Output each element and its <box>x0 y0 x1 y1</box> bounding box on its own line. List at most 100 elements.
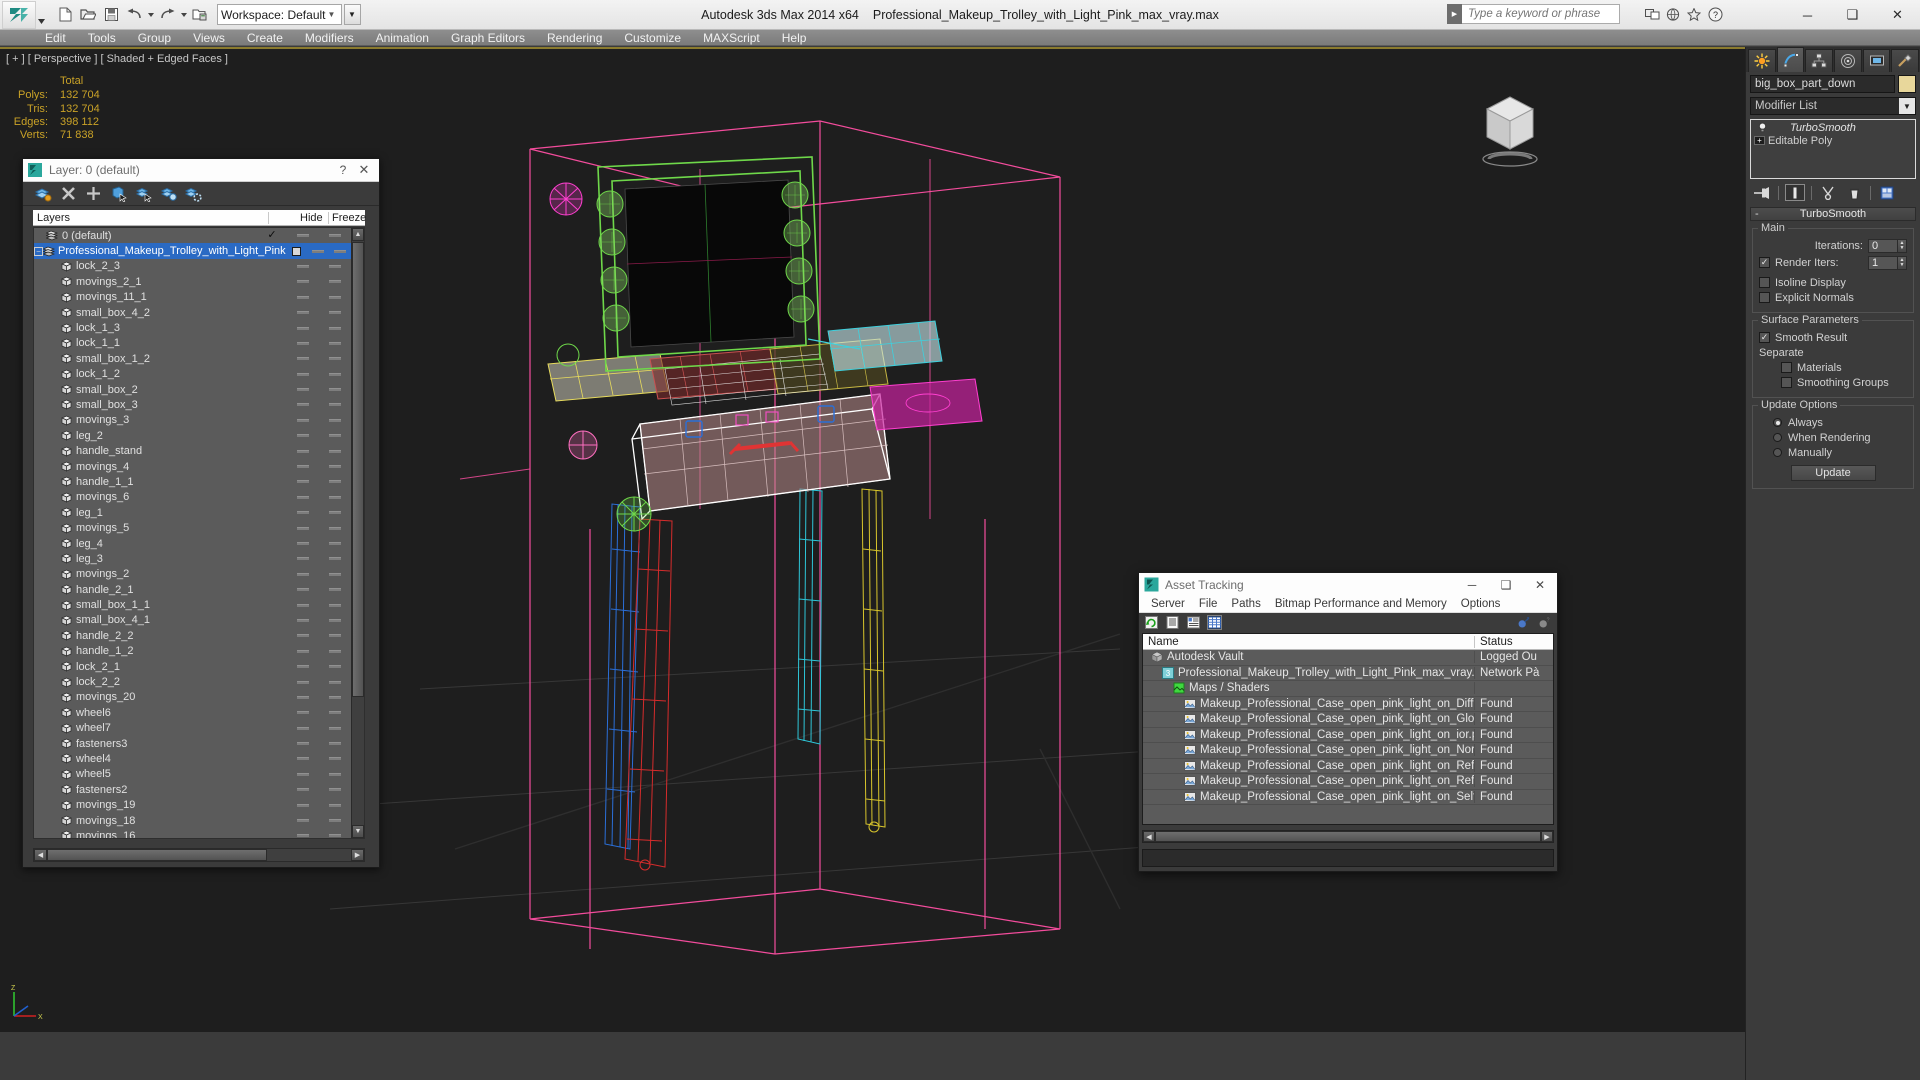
manually-radio[interactable] <box>1773 448 1782 457</box>
create-tab[interactable] <box>1748 49 1776 72</box>
refresh-icon[interactable] <box>1144 615 1159 630</box>
object-row[interactable]: movings_5 <box>34 520 351 535</box>
column-status[interactable]: Status <box>1475 636 1553 648</box>
remove-modifier-icon[interactable] <box>1844 184 1864 201</box>
asset-horizontal-scrollbar[interactable]: ◀ ▶ <box>1142 830 1554 843</box>
layer-list-horizontal-scrollbar[interactable]: ◀ ▶ <box>33 848 365 862</box>
freeze-cell[interactable] <box>319 634 351 638</box>
redo-icon[interactable] <box>156 4 178 26</box>
layer-explorer-dialog[interactable]: Layer: 0 (default) ? ✕ Layers Hide Freez… <box>22 158 380 868</box>
show-end-result-icon[interactable] <box>1785 184 1805 201</box>
add-selection-to-layer-icon[interactable] <box>85 185 102 202</box>
asset-close-button[interactable]: ✕ <box>1523 573 1557 596</box>
layer-list[interactable]: 0 (default) ✓ − Professional_Makeup_Trolley… <box>33 227 365 839</box>
freeze-cell[interactable] <box>319 341 351 345</box>
hide-cell[interactable] <box>287 680 319 684</box>
freeze-cell[interactable] <box>319 772 351 776</box>
hide-cell[interactable] <box>287 557 319 561</box>
maximize-button[interactable]: ❑ <box>1830 0 1875 30</box>
open-file-icon[interactable] <box>77 4 99 26</box>
layer-check-cell[interactable] <box>286 246 307 256</box>
menu-item-group[interactable]: Group <box>127 30 182 46</box>
object-row[interactable]: small_box_3 <box>34 397 351 412</box>
workspace-dropdown-button[interactable]: ▼ <box>343 4 361 25</box>
scroll-left-icon[interactable]: ◀ <box>34 849 47 861</box>
menu-item-rendering[interactable]: Rendering <box>536 30 613 46</box>
details-view-icon[interactable] <box>1186 615 1201 630</box>
menu-item-help[interactable]: Help <box>771 30 818 46</box>
delete-layer-icon[interactable] <box>60 185 77 202</box>
rollout-header-turbosmooth[interactable]: - TurboSmooth <box>1750 207 1916 221</box>
asset-row[interactable]: Makeup_Professional_Case_open_pink_light… <box>1143 759 1553 774</box>
freeze-cell[interactable] <box>319 311 351 315</box>
freeze-cell[interactable] <box>319 603 351 607</box>
render-iters-value[interactable]: 1 <box>1868 255 1898 270</box>
object-row[interactable]: lock_1_2 <box>34 367 351 382</box>
layer-list-vertical-scrollbar[interactable]: ▲ ▼ <box>351 228 364 838</box>
asset-menu-paths[interactable]: Paths <box>1224 596 1267 613</box>
asset-row[interactable]: Maps / Shaders <box>1143 681 1553 697</box>
hide-cell[interactable] <box>287 618 319 622</box>
update-button[interactable]: Update <box>1790 465 1876 481</box>
object-row[interactable]: lock_1_1 <box>34 336 351 351</box>
field-isoline-display[interactable]: Isoline Display <box>1759 275 1907 290</box>
help-icon[interactable]: ? <box>1706 4 1724 24</box>
redo-dropdown-icon[interactable] <box>179 4 188 26</box>
asset-minimize-button[interactable]: ─ <box>1455 573 1489 596</box>
hide-cell[interactable] <box>287 634 319 638</box>
spinner-arrows-icon[interactable]: ▲ ▼ <box>1898 238 1907 253</box>
freeze-cell[interactable] <box>319 465 351 469</box>
menu-item-tools[interactable]: Tools <box>77 30 127 46</box>
smooth-result-checkbox[interactable] <box>1759 332 1770 343</box>
hide-cell[interactable] <box>287 542 319 545</box>
freeze-cell[interactable] <box>319 819 351 823</box>
communication-center-icon[interactable] <box>1643 4 1661 24</box>
when-rendering-radio[interactable] <box>1773 433 1782 442</box>
search-dropdown-icon[interactable]: ▶ <box>1447 4 1462 24</box>
freeze-cell[interactable] <box>319 803 351 807</box>
workspace-caret-icon[interactable]: ▼ <box>326 10 338 19</box>
hide-cell[interactable] <box>287 418 319 422</box>
freeze-cell[interactable] <box>319 280 351 284</box>
asset-menu-file[interactable]: File <box>1192 596 1225 613</box>
hide-cell[interactable] <box>287 234 319 238</box>
modifier-list-dropdown[interactable]: Modifier List ▼ <box>1750 97 1916 115</box>
hide-cell[interactable] <box>287 757 319 761</box>
field-materials[interactable]: Materials <box>1759 360 1907 375</box>
app-menu-caret-icon[interactable] <box>36 1 46 29</box>
object-row[interactable]: lock_1_3 <box>34 320 351 335</box>
asset-row[interactable]: Makeup_Professional_Case_open_pink_light… <box>1143 728 1553 743</box>
help-alt-icon[interactable]: ? <box>1537 615 1552 630</box>
freeze-cell[interactable] <box>319 526 351 530</box>
asset-menu-options[interactable]: Options <box>1454 596 1508 613</box>
layer-properties-icon[interactable] <box>185 185 202 202</box>
hide-cell[interactable] <box>287 341 319 345</box>
asset-menu-server[interactable]: Server <box>1144 596 1192 613</box>
hide-cell[interactable] <box>287 603 319 607</box>
render-iters-checkbox[interactable] <box>1759 257 1770 268</box>
select-objects-in-layer-icon[interactable] <box>110 185 127 202</box>
light-bulb-icon[interactable] <box>1754 122 1770 133</box>
freeze-cell[interactable] <box>329 249 351 253</box>
freeze-cell[interactable] <box>319 757 351 761</box>
menu-item-graph-editors[interactable]: Graph Editors <box>440 30 536 46</box>
utilities-tab[interactable] <box>1891 49 1920 72</box>
menu-item-create[interactable]: Create <box>236 30 294 46</box>
hide-cell[interactable] <box>287 834 319 838</box>
freeze-cell[interactable] <box>319 326 351 330</box>
hscroll-thumb[interactable] <box>47 849 267 861</box>
hide-cell[interactable] <box>287 511 319 515</box>
hide-cell[interactable] <box>287 295 319 299</box>
field-smooth-result[interactable]: Smooth Result <box>1759 330 1907 345</box>
freeze-cell[interactable] <box>319 372 351 376</box>
menu-item-views[interactable]: Views <box>182 30 236 46</box>
asset-row[interactable]: Makeup_Professional_Case_open_pink_light… <box>1143 712 1553 728</box>
object-row[interactable]: small_box_1_1 <box>34 597 351 612</box>
layer-row[interactable]: 0 (default) ✓ <box>34 228 351 243</box>
save-file-icon[interactable] <box>100 4 122 26</box>
table-view-icon[interactable] <box>1207 615 1222 630</box>
freeze-cell[interactable] <box>319 695 351 699</box>
view-cube[interactable] <box>1465 79 1555 169</box>
list-view-icon[interactable] <box>1165 615 1180 630</box>
chevron-down-icon[interactable]: ▼ <box>1899 98 1915 114</box>
